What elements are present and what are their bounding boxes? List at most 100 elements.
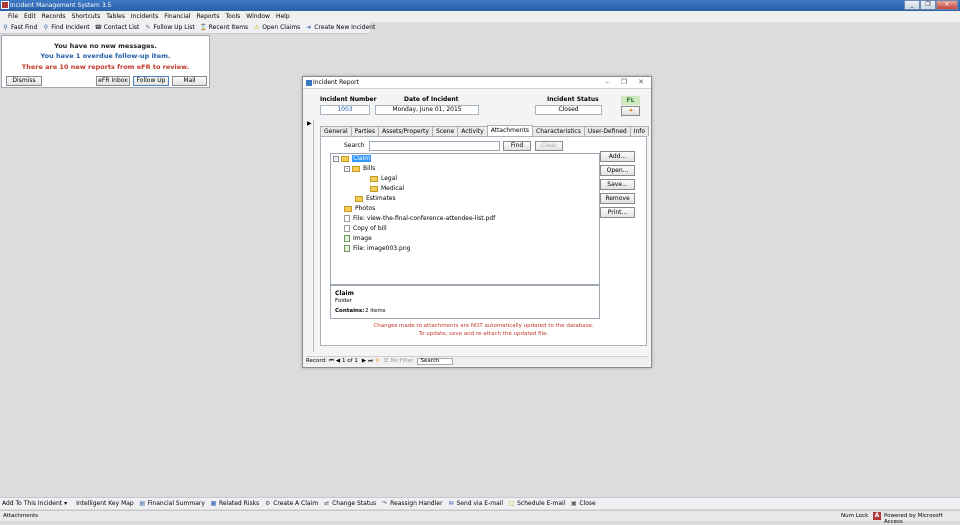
save-attachment-button[interactable]: Save... (600, 179, 635, 190)
close-window-button[interactable]: ✕ (936, 0, 958, 10)
create-a-claim-button[interactable]: ⚙ Create A Claim (264, 500, 318, 507)
close-form-button[interactable]: ▣ Close (570, 500, 596, 507)
info-name: Claim (335, 290, 354, 297)
tree-item-png-file[interactable]: File: image003.png (344, 245, 410, 252)
tab-info[interactable]: Info (629, 126, 650, 136)
tab-scene[interactable]: Scene (431, 126, 459, 136)
menu-reports[interactable]: Reports (196, 13, 219, 20)
incident-number-field[interactable]: 1003 (320, 105, 370, 115)
menu-file[interactable]: File (8, 13, 18, 20)
tab-parties[interactable]: Parties (350, 126, 379, 136)
menu-window[interactable]: Window (246, 13, 270, 20)
record-selector-arrow: ▶ (307, 120, 312, 127)
menu-tables[interactable]: Tables (106, 13, 125, 20)
no-filter-label[interactable]: No Filter (391, 358, 414, 364)
follow-up-button[interactable]: Follow Up (133, 76, 169, 86)
send-via-email-label: Send via E-mail (456, 500, 504, 507)
schedule-email-button[interactable]: □ Schedule E-mail (508, 500, 566, 507)
reassign-handler-button[interactable]: ↷ Reassign Handler (381, 500, 442, 507)
status-text: Attachments (3, 513, 39, 519)
mail-button[interactable]: Mail (172, 76, 207, 86)
find-incident-label: Find Incident (51, 24, 90, 31)
add-attachment-button[interactable]: Add... (600, 151, 635, 162)
find-button[interactable]: Find (503, 141, 531, 151)
dismiss-button[interactable]: Dismiss (6, 76, 42, 86)
efr-inbox-button[interactable]: eFR Inbox (96, 76, 130, 86)
form-close-button[interactable]: ✕ (638, 78, 644, 86)
related-risks-button[interactable]: ▦ Related Risks (210, 500, 260, 507)
info-contains-label: Contains: (335, 308, 365, 314)
open-claims-button[interactable]: ⚠ Open Claims (253, 24, 300, 31)
last-record-icon[interactable]: ⏭ (368, 358, 373, 365)
new-record-icon[interactable]: ✳ (375, 358, 380, 364)
hourglass-icon: ⌛ (199, 24, 208, 31)
menu-records[interactable]: Records (42, 13, 66, 20)
reassign-icon: ↷ (382, 500, 388, 507)
collapse-icon[interactable]: - (344, 165, 350, 172)
menu-edit[interactable]: Edit (24, 13, 36, 20)
toolbar: ⚲ Fast Find ⚲ Find Incident ☎ Contact List … (0, 22, 375, 34)
fast-find-button[interactable]: ⚲ Fast Find (2, 24, 37, 31)
form-restore-button[interactable]: ❐ (621, 78, 627, 86)
tree-item-image[interactable]: Image (344, 235, 372, 242)
record-search-input[interactable]: Search (417, 357, 454, 365)
intelligent-key-map-label: Intelligent Key Map (76, 500, 134, 507)
record-position[interactable]: 1 of 1 (342, 358, 358, 364)
efr-reports-link[interactable]: There are 10 new reports from eFR to rev… (2, 63, 209, 71)
recent-items-button[interactable]: ⌛ Recent Items (200, 24, 248, 31)
send-via-email-button[interactable]: ✉ Send via E-mail (447, 500, 503, 507)
incident-number-label: Incident Number (320, 96, 377, 103)
next-record-icon[interactable]: ▶ (362, 358, 366, 364)
record-selector-bar (313, 120, 314, 352)
tree-item-legal[interactable]: Legal (370, 175, 397, 182)
print-attachment-button[interactable]: Print... (600, 207, 635, 218)
attachments-note-line2: To update, save and re-attach the update… (418, 331, 549, 337)
tree-item-medical[interactable]: Medical (370, 185, 404, 192)
menu-shortcuts[interactable]: Shortcuts (72, 13, 101, 20)
first-record-icon[interactable]: ⏮ (329, 358, 334, 365)
change-status-button[interactable]: ⇄ Change Status (323, 500, 376, 507)
tree-item-claim[interactable]: - Claim (333, 155, 372, 162)
collapse-icon[interactable]: - (333, 155, 339, 162)
tree-label-pdf-file: File: view-the-final-conference-attendee… (353, 215, 496, 222)
overdue-followup-link[interactable]: You have 1 overdue follow-up item. (2, 52, 209, 60)
menu-help[interactable]: Help (276, 13, 290, 20)
form-minimize-button[interactable]: – (606, 78, 610, 86)
status-action-button[interactable]: ➜ (621, 106, 640, 116)
clear-button[interactable]: Clear (535, 141, 563, 151)
menu-bar: File Edit Records Shortcuts Tables Incid… (0, 11, 960, 22)
remove-attachment-button[interactable]: Remove (600, 193, 635, 204)
tab-general[interactable]: General (320, 126, 352, 136)
form-title: Incident Report (313, 79, 359, 86)
record-navigation-bar: Record: ⏮ ◀ 1 of 1 ▶ ⏭ ✳ ☰ No Filter Sea… (306, 356, 649, 365)
maximize-button[interactable]: ❐ (920, 0, 936, 10)
date-of-incident-label: Date of Incident (404, 96, 459, 103)
minimize-button[interactable]: _ (904, 0, 920, 10)
tab-attachments[interactable]: Attachments (486, 125, 533, 136)
add-to-incident-button[interactable]: Add To This Incident ▾ (2, 500, 71, 507)
search-input[interactable] (369, 141, 500, 151)
tab-characteristics[interactable]: Characteristics (532, 126, 585, 136)
messages-panel: You have no new messages. You have 1 ove… (1, 35, 210, 88)
create-new-incident-button[interactable]: ➜ Create New Incident (305, 24, 375, 31)
intelligent-key-map-button[interactable]: Intelligent Key Map (76, 500, 134, 507)
open-attachment-button[interactable]: Open... (600, 165, 635, 176)
tab-activity[interactable]: Activity (457, 126, 488, 136)
menu-tools[interactable]: Tools (226, 13, 241, 20)
follow-up-list-button[interactable]: ✎ Follow Up List (144, 24, 194, 31)
incident-status-field[interactable]: Closed (535, 105, 602, 115)
tree-item-bills[interactable]: - Bills (344, 165, 375, 172)
find-incident-button[interactable]: ⚲ Find Incident (42, 24, 90, 31)
contact-list-button[interactable]: ☎ Contact List (95, 24, 140, 31)
tab-assets-property[interactable]: Assets/Property (378, 126, 433, 136)
tree-item-estimates[interactable]: Estimates (355, 195, 396, 202)
menu-incidents[interactable]: Incidents (131, 13, 158, 20)
tree-item-photos[interactable]: Photos (344, 205, 375, 212)
financial-summary-button[interactable]: ▤ Financial Summary (139, 500, 205, 507)
tree-item-pdf-file[interactable]: File: view-the-final-conference-attendee… (344, 215, 495, 222)
tree-item-copy-of-bill[interactable]: Copy of bill (344, 225, 387, 232)
tab-user-defined[interactable]: User-Defined (583, 126, 631, 136)
previous-record-icon[interactable]: ◀ (336, 358, 340, 364)
date-of-incident-field[interactable]: Monday, June 01, 2015 (375, 105, 479, 115)
menu-financial[interactable]: Financial (164, 13, 190, 20)
